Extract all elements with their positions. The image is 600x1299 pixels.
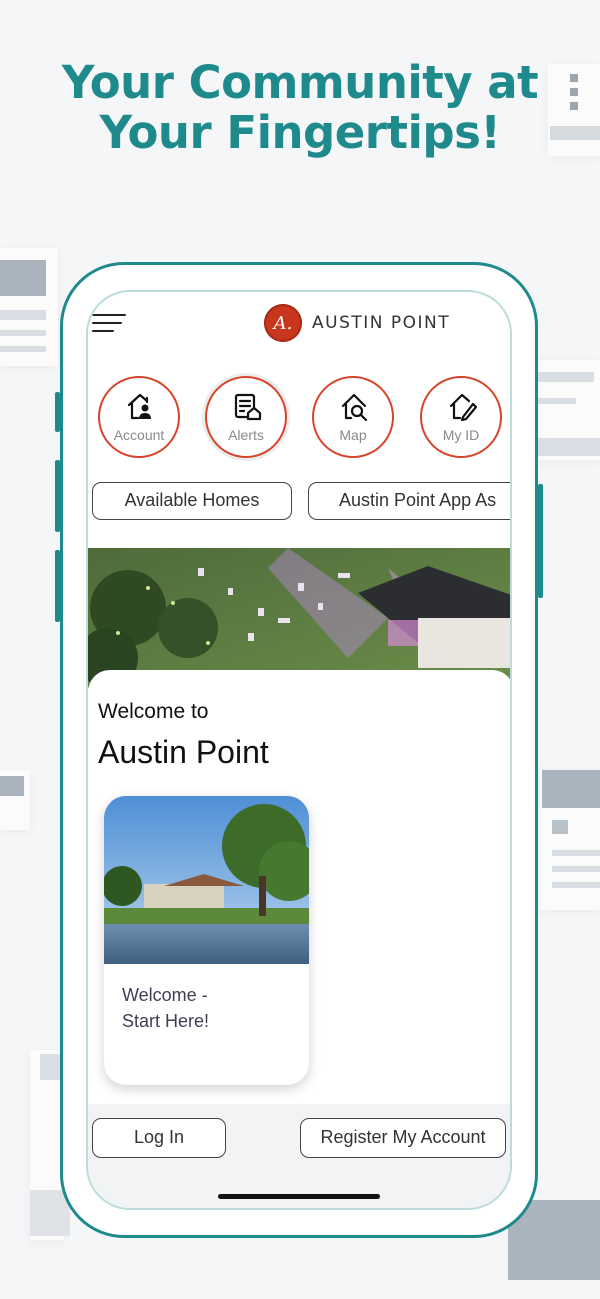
welcome-to-text: Welcome to (98, 700, 209, 723)
card-title: Welcome - Start Here! (122, 982, 292, 1034)
id-edit-icon (449, 393, 477, 422)
map-button[interactable]: Map (312, 376, 394, 458)
hamburger-icon[interactable] (92, 314, 126, 332)
available-homes-label: Available Homes (124, 490, 260, 510)
card-image (104, 796, 309, 964)
register-account-button[interactable]: Register My Account (300, 1118, 506, 1158)
brand-name: AUSTIN POINT (312, 313, 451, 333)
account-button[interactable]: Account (98, 376, 180, 458)
background-bar (0, 330, 46, 336)
my-id-button[interactable]: My ID (420, 376, 502, 458)
background-bar (40, 1054, 62, 1080)
welcome-start-card[interactable]: Welcome - Start Here! (104, 796, 309, 1085)
alerts-icon (234, 393, 262, 421)
headline-line-2: Your Fingertips! (99, 106, 501, 159)
background-block (0, 260, 46, 296)
map-label: Map (339, 427, 367, 443)
headline-line-1: Your Community at (61, 56, 539, 109)
background-bar (552, 866, 600, 872)
hero-park-image (88, 548, 510, 688)
home-indicator (218, 1194, 380, 1199)
background-bar (0, 346, 46, 352)
brand-logo: A. AUSTIN POINT (264, 304, 450, 342)
map-search-icon (341, 393, 368, 422)
register-account-label: Register My Account (320, 1127, 486, 1147)
background-bar (552, 882, 600, 888)
account-house-icon (127, 393, 151, 420)
background-bar (552, 820, 568, 834)
welcome-section: Welcome to Austin Point Welcome - Start … (88, 670, 510, 1110)
background-bar (536, 398, 576, 404)
login-button[interactable]: Log In (92, 1118, 226, 1158)
card-title-line-1: Welcome - (122, 985, 208, 1005)
background-bar (552, 850, 600, 856)
background-block (0, 776, 24, 796)
headline: Your Community at Your Fingertips! (0, 58, 600, 158)
app-screen: A. AUSTIN POINT Account Alerts Map My ID… (86, 290, 512, 1210)
alerts-button[interactable]: Alerts (205, 376, 287, 458)
wax-seal-logo-icon: A. (264, 304, 302, 342)
app-assistant-label: Austin Point App As (339, 490, 497, 510)
available-homes-button[interactable]: Available Homes (92, 482, 292, 520)
background-bar (0, 310, 46, 320)
app-assistant-button[interactable]: Austin Point App As (308, 482, 510, 520)
auth-footer: Log In Register My Account (88, 1104, 510, 1208)
login-label: Log In (133, 1127, 185, 1147)
background-bar (536, 372, 594, 382)
background-bar (536, 438, 600, 456)
community-title: Austin Point (98, 734, 269, 770)
background-block (542, 770, 600, 808)
card-title-line-2: Start Here! (122, 1011, 210, 1031)
account-label: Account (113, 427, 165, 443)
phone-side-button (538, 484, 543, 598)
my-id-label: My ID (442, 427, 480, 443)
alerts-label: Alerts (228, 427, 264, 443)
